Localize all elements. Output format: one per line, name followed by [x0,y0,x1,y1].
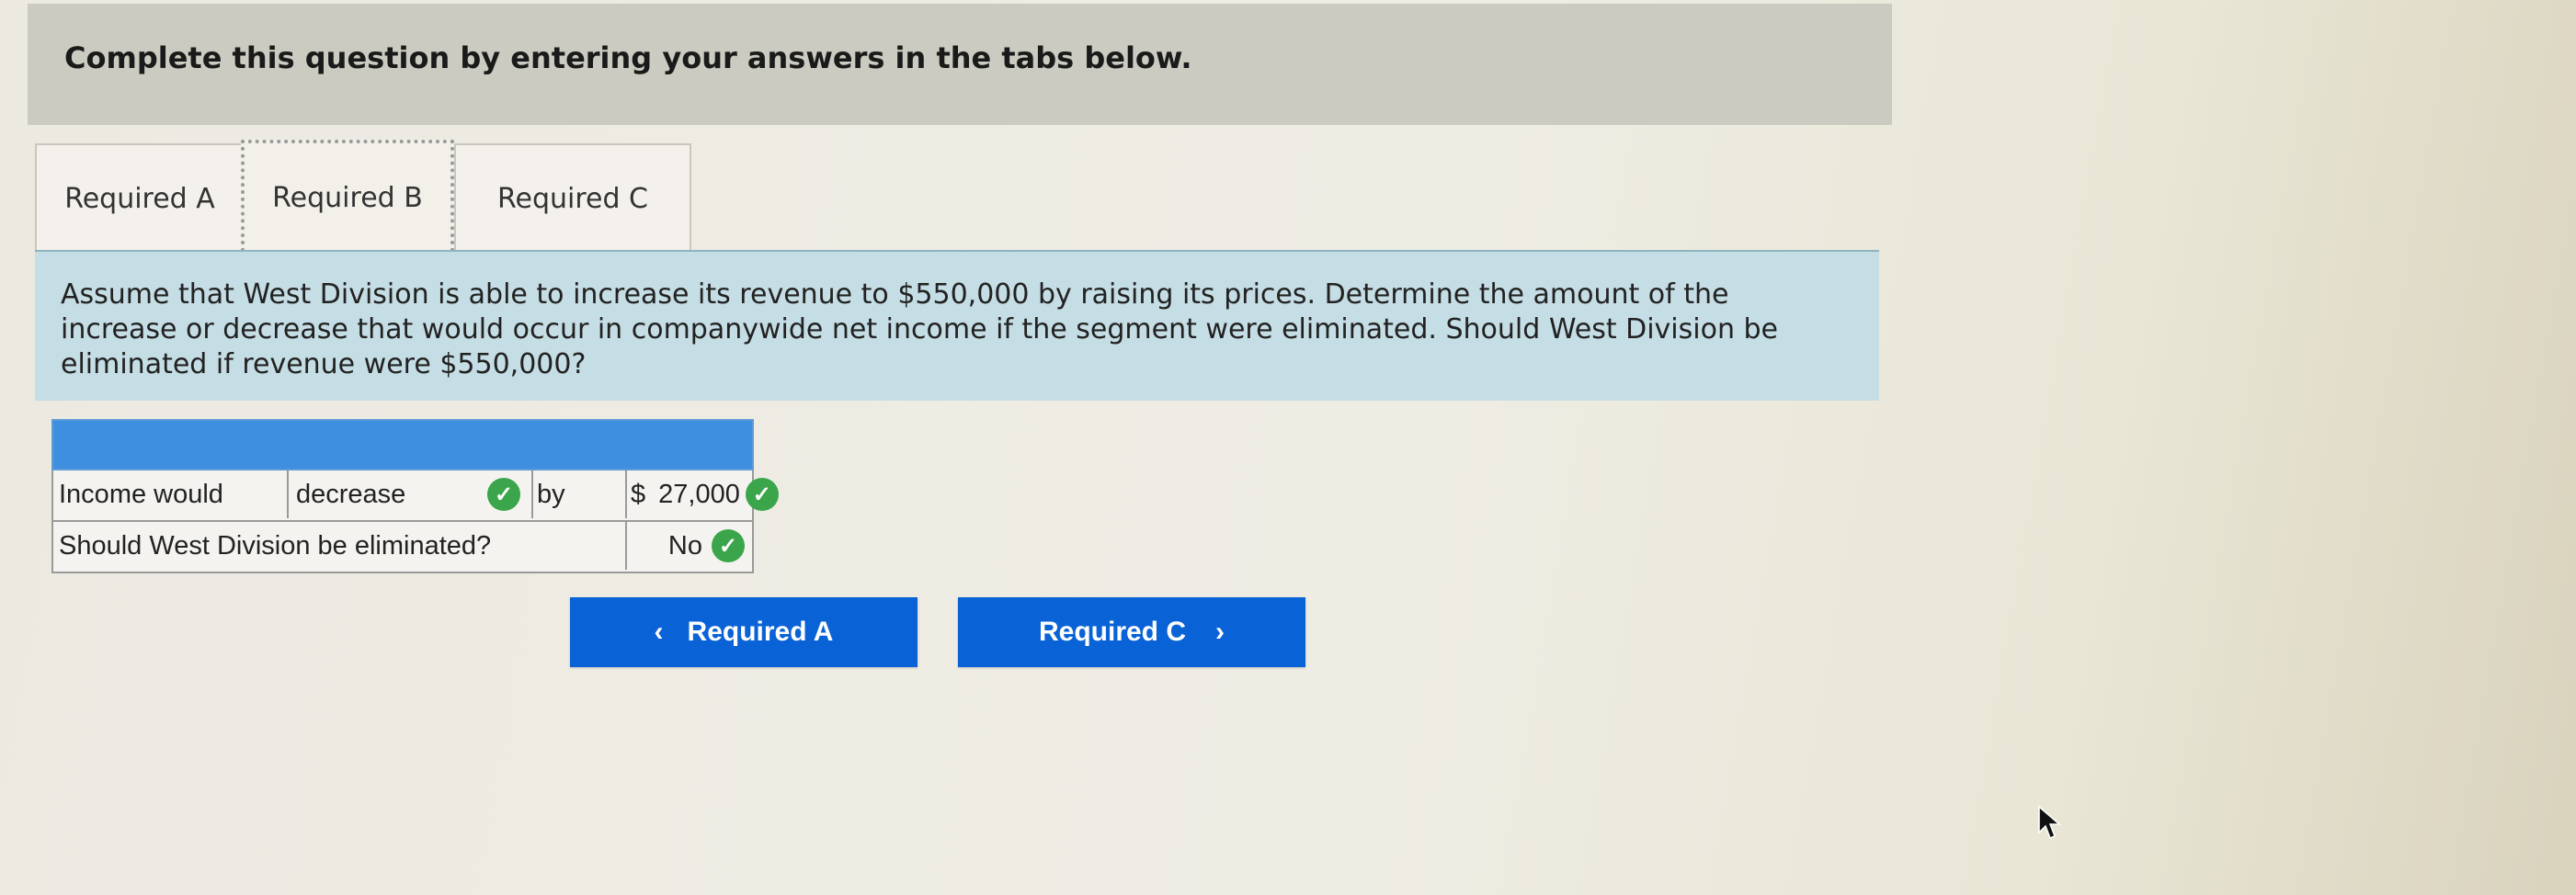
instruction-banner: Complete this question by entering your … [28,4,1892,125]
check-circle-icon: ✓ [745,478,779,511]
table-row-eliminate: Should West Division be eliminated? No ✓ [51,522,754,573]
amount-value: 27,000 [658,479,740,509]
check-circle-icon: ✓ [712,529,745,562]
instruction-text: Complete this question by entering your … [64,40,1192,75]
income-label: Income would [59,470,289,518]
by-label: by [533,470,627,518]
next-required-c-button[interactable]: Required C › [958,597,1305,667]
prev-button-label: Required A [687,617,834,647]
tab-required-b[interactable]: Required B [241,140,454,252]
check-circle-icon: ✓ [487,478,520,511]
chevron-left-icon: ‹ [654,617,664,647]
question-text: Assume that West Division is able to inc… [61,278,1779,380]
currency-symbol: $ [631,479,646,509]
eliminate-question-label: Should West Division be eliminated? [59,522,627,570]
mouse-cursor-icon [2038,805,2062,839]
tab-required-a[interactable]: Required A [35,143,245,252]
increase-decrease-dropdown[interactable]: decrease ✓ [289,470,533,518]
eliminate-answer-value: No [667,530,702,561]
chevron-right-icon: › [1215,617,1225,647]
eliminate-answer-dropdown[interactable]: No ✓ [627,522,752,570]
amount-input[interactable]: $ 27,000 ✓ [627,470,779,518]
table-row-income: Income would decrease ✓ by $ 27,000 ✓ [51,470,779,522]
answer-table: Income would decrease ✓ by $ 27,000 ✓ Sh… [51,419,779,573]
table-header [51,419,754,470]
dropdown-value: decrease [296,479,406,509]
question-panel: Assume that West Division is able to inc… [35,250,1879,401]
tab-required-c[interactable]: Required C [454,143,691,252]
prev-required-a-button[interactable]: ‹ Required A [570,597,918,667]
next-button-label: Required C [1038,617,1187,647]
